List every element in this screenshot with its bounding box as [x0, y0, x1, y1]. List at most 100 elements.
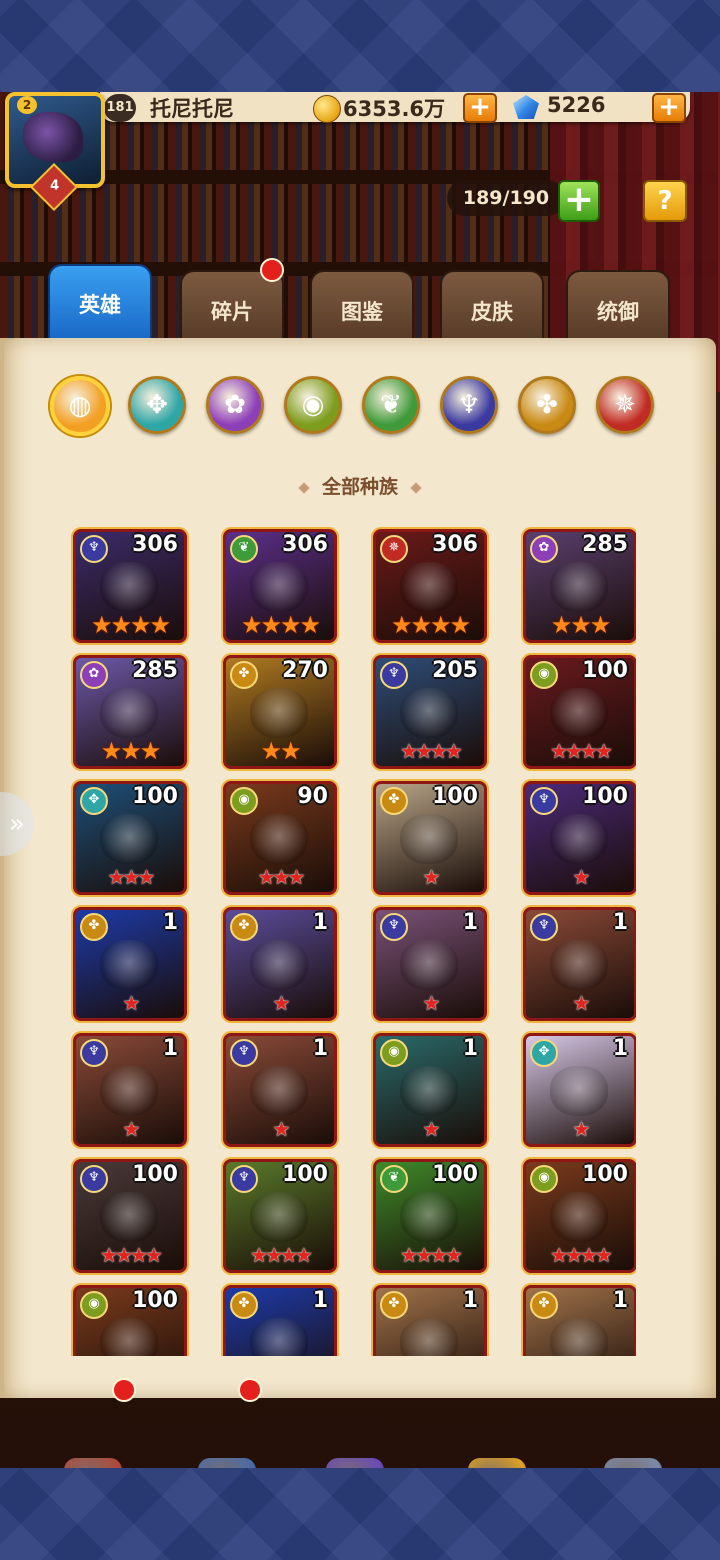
hero-portrait-icon — [250, 1066, 308, 1116]
hero-card[interactable]: ♆ 1 ★ — [73, 1033, 187, 1147]
hero-race-icon: ✤ — [230, 661, 258, 689]
race-filter-race-5[interactable]: ❦ — [362, 376, 420, 434]
hero-portrait-icon — [400, 814, 458, 864]
hero-card[interactable]: ✿ 285 ★★★ — [73, 655, 187, 769]
hero-level: 90 — [297, 784, 328, 809]
hero-portrait-icon — [550, 1318, 608, 1356]
hero-card[interactable]: ◉ 100 — [73, 1285, 187, 1356]
hero-portrait-icon — [400, 1066, 458, 1116]
hero-level: 100 — [582, 658, 628, 683]
hero-level: 1 — [312, 910, 328, 935]
expand-capacity-button[interactable]: + — [558, 180, 600, 222]
race-filter-race-6[interactable]: ♆ — [440, 376, 498, 434]
add-diamond-button[interactable]: + — [652, 93, 686, 123]
hero-level: 100 — [582, 784, 628, 809]
hero-card[interactable]: ♆ 306 ★★★★ — [73, 529, 187, 643]
hero-portrait-icon — [250, 1192, 308, 1242]
hero-race-icon: ◉ — [380, 1039, 408, 1067]
hero-race-icon: ❦ — [230, 535, 258, 563]
game-screen: 181 托尼托尼 6353.6万 + 5226 + 2 4 189/190 + … — [0, 92, 720, 1468]
hero-star-rating: ★★★★ — [400, 1243, 463, 1267]
hero-race-icon: ✤ — [380, 1291, 408, 1319]
notification-dot — [238, 1378, 262, 1402]
race-filter-race-4[interactable]: ◉ — [284, 376, 342, 434]
hero-card[interactable]: ◉ 100 ★★★★ — [523, 1159, 636, 1273]
hero-card[interactable]: ♆ 205 ★★★★ — [373, 655, 487, 769]
hero-portrait-icon — [250, 814, 308, 864]
tab-heroes[interactable]: 英雄 — [48, 264, 152, 346]
nav-hero-portrait[interactable]: 英雄 — [170, 1458, 280, 1468]
hero-star-rating: ★ — [572, 991, 591, 1015]
hero-portrait-icon — [250, 940, 308, 990]
hero-card[interactable]: ♆ 100 ★★★★ — [73, 1159, 187, 1273]
hero-race-icon: ✥ — [530, 1039, 558, 1067]
hero-card[interactable]: ♆ 1 ★ — [523, 907, 636, 1021]
hero-card[interactable]: ✤ 1 — [223, 1285, 337, 1356]
hero-level: 1 — [612, 1036, 628, 1061]
hero-card[interactable]: ♆ 1 ★ — [223, 1033, 337, 1147]
hero-card[interactable]: ✥ 100 ★★★ — [73, 781, 187, 895]
add-gold-button[interactable]: + — [463, 93, 497, 123]
hero-portrait-icon — [400, 562, 458, 612]
hero-portrait-icon — [550, 814, 608, 864]
hero-card[interactable]: ♆ 1 ★ — [373, 907, 487, 1021]
nav-guild-tower[interactable]: 公会 — [576, 1458, 686, 1468]
hero-level: 100 — [132, 1288, 178, 1313]
castle-icon — [64, 1458, 122, 1468]
hero-card[interactable]: ◉ 90 ★★★ — [223, 781, 337, 895]
hero-star-rating: ★★★★ — [400, 739, 463, 763]
hero-card[interactable]: ♆ 100 ★★★★ — [223, 1159, 337, 1273]
hero-card[interactable]: ❦ 100 ★★★★ — [373, 1159, 487, 1273]
race-filter-race-2[interactable]: ✥ — [128, 376, 186, 434]
help-button[interactable]: ? — [643, 180, 687, 222]
hero-star-rating: ★★★ — [107, 865, 156, 889]
hero-race-icon: ✿ — [80, 661, 108, 689]
hero-star-rating: ★★★★ — [550, 1243, 613, 1267]
race-filter-race-3[interactable]: ✿ — [206, 376, 264, 434]
tab-codex[interactable]: 图鉴 — [310, 270, 414, 344]
hero-level: 1 — [462, 1288, 478, 1313]
hero-race-icon: ♆ — [530, 913, 558, 941]
hero-race-icon: ✤ — [230, 913, 258, 941]
hero-card[interactable]: ✤ 1 — [523, 1285, 636, 1356]
hero-card[interactable]: ✤ 1 ★ — [73, 907, 187, 1021]
tab-skins[interactable]: 皮肤 — [440, 270, 544, 344]
hero-level: 306 — [432, 532, 478, 557]
race-filter-title: 全部种族 — [270, 472, 450, 502]
hero-card[interactable]: ✤ 1 — [373, 1285, 487, 1356]
hero-level: 1 — [162, 1036, 178, 1061]
nav-castle[interactable]: 主城 — [36, 1458, 146, 1468]
race-emblem-icon: ◍ — [68, 391, 92, 421]
race-filter-race-7[interactable]: ✤ — [518, 376, 576, 434]
backpack-icon — [468, 1458, 526, 1468]
notification-dot — [260, 258, 284, 282]
player-name: 托尼托尼 — [150, 97, 234, 121]
hero-card[interactable]: ❦ 306 ★★★★ — [223, 529, 337, 643]
race-filter-all[interactable]: ◍ — [50, 376, 110, 436]
hero-star-rating: ★★★★ — [240, 611, 321, 639]
hero-card[interactable]: ✥ 1 ★ — [523, 1033, 636, 1147]
hero-card[interactable]: ♆ 100 ★ — [523, 781, 636, 895]
hero-card[interactable]: ◉ 1 ★ — [373, 1033, 487, 1147]
nav-portal[interactable]: 探险 — [298, 1458, 408, 1468]
hero-card[interactable]: ✤ 270 ★★ — [223, 655, 337, 769]
hero-race-icon: ♆ — [530, 787, 558, 815]
hero-portrait-icon — [250, 688, 308, 738]
nav-backpack[interactable]: 背包 — [440, 1458, 550, 1468]
hero-race-icon: ✤ — [230, 1291, 258, 1319]
hero-portrait-icon — [100, 814, 158, 864]
hero-card[interactable]: ✤ 100 ★ — [373, 781, 487, 895]
diamond-amount: 5226 — [547, 93, 606, 117]
hero-card[interactable]: ✤ 1 ★ — [223, 907, 337, 1021]
hero-card[interactable]: ✿ 285 ★★★ — [523, 529, 636, 643]
hero-level: 285 — [132, 658, 178, 683]
hero-portrait-icon — [250, 562, 308, 612]
tab-command[interactable]: 统御 — [566, 270, 670, 344]
race-filter-race-8[interactable]: ✵ — [596, 376, 654, 434]
hero-race-icon: ✤ — [80, 913, 108, 941]
hero-portrait-icon — [550, 562, 608, 612]
hero-card[interactable]: ✵ 306 ★★★★ — [373, 529, 487, 643]
hero-race-icon: ♆ — [380, 913, 408, 941]
hero-card[interactable]: ◉ 100 ★★★★ — [523, 655, 636, 769]
hero-level: 100 — [432, 784, 478, 809]
